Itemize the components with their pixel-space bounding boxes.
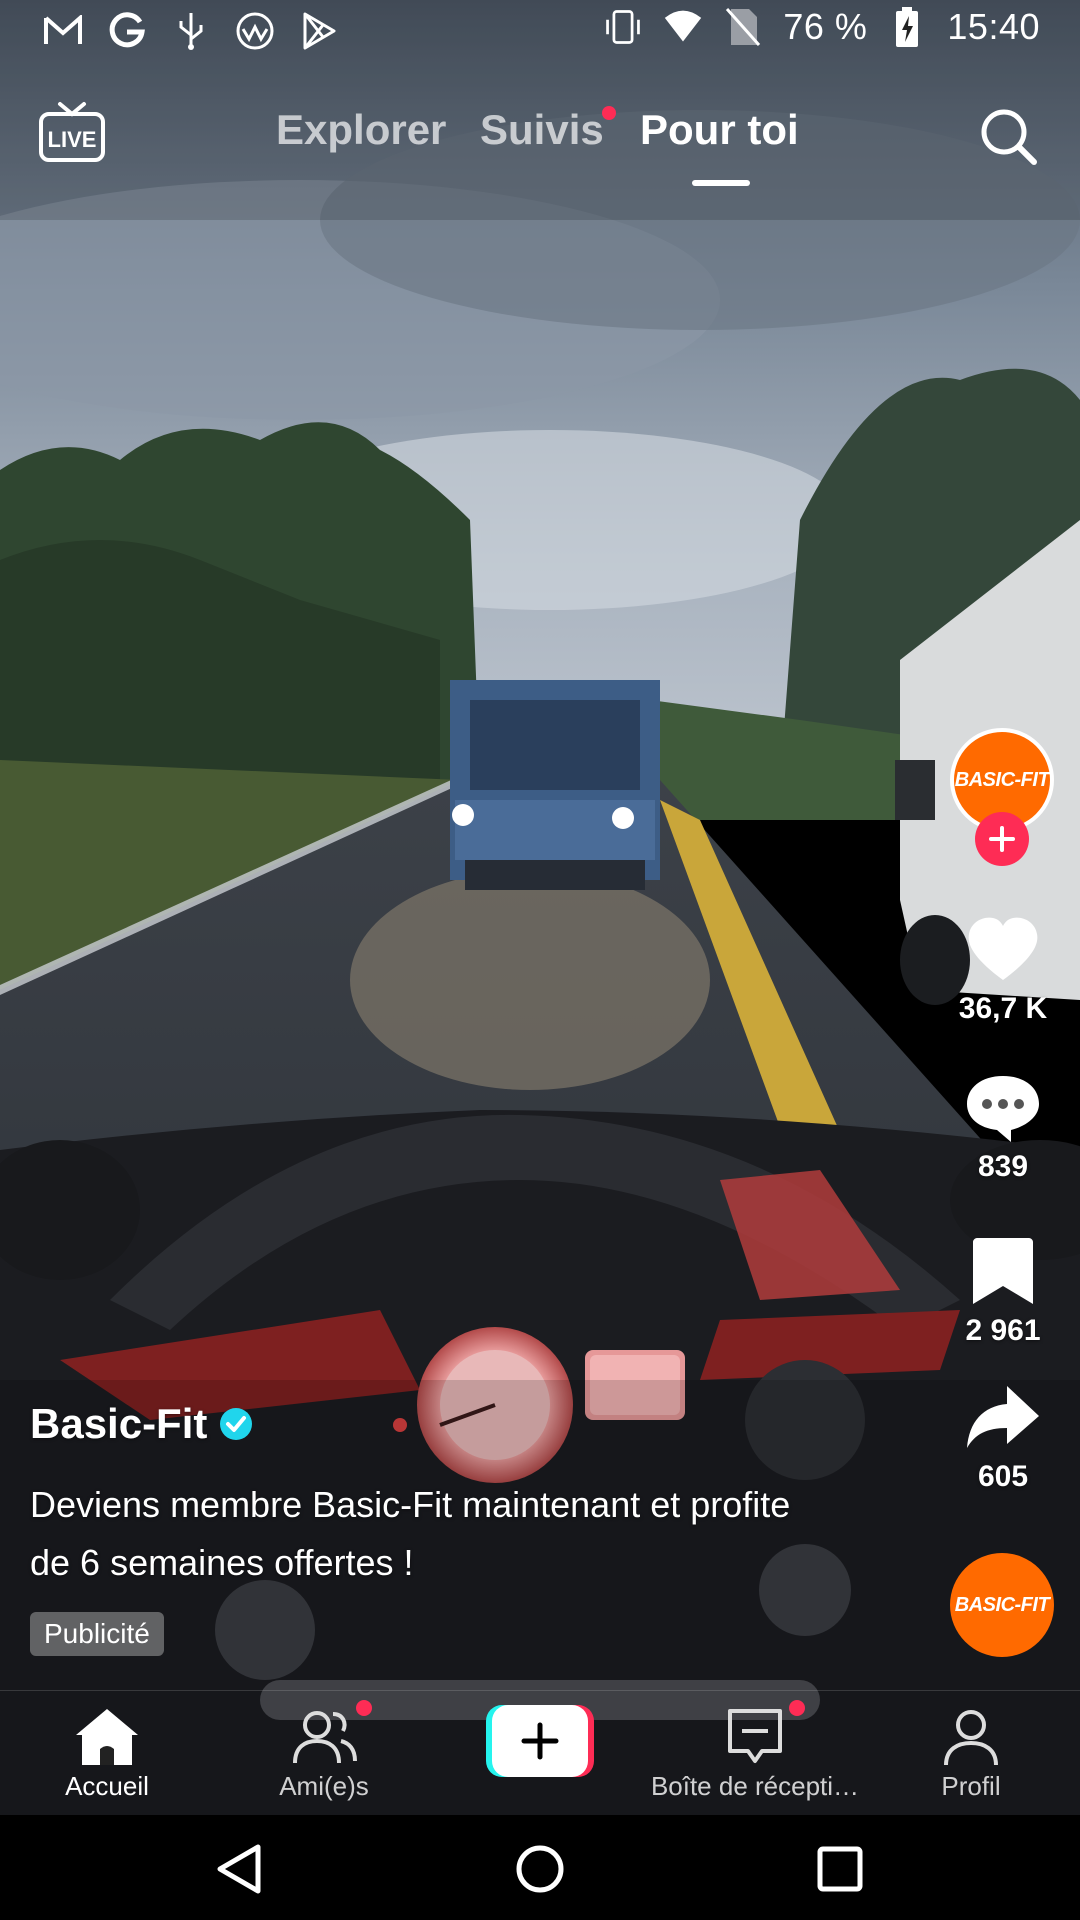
save-button[interactable]: 2 961	[940, 1232, 1066, 1348]
nav-profile[interactable]: Profil	[871, 1705, 1071, 1802]
search-icon	[981, 109, 1037, 165]
recents-icon	[817, 1846, 863, 1892]
comment-button[interactable]: 839	[940, 1068, 1066, 1184]
no-sim-icon	[723, 6, 763, 48]
author-name[interactable]: Basic-Fit	[30, 1400, 207, 1448]
nav-friends-label: Ami(e)s	[279, 1771, 369, 1801]
comment-count: 839	[977, 1150, 1029, 1183]
tab-pour-toi[interactable]: Pour toi	[640, 106, 799, 154]
share-arrow-icon	[967, 1386, 1039, 1448]
nav-friends[interactable]: Ami(e)s	[224, 1705, 424, 1802]
friends-notification-dot	[356, 1700, 372, 1716]
share-button[interactable]: 605	[940, 1378, 1066, 1494]
inbox-notification-dot	[789, 1700, 805, 1716]
nav-profile-label: Profil	[941, 1771, 1001, 1801]
like-count: 36,7 K	[958, 992, 1048, 1025]
back-icon	[217, 1844, 261, 1894]
wifi-icon	[663, 6, 703, 48]
tab-explorer[interactable]: Explorer	[276, 106, 446, 154]
sound-disc[interactable]: BASIC-FIT	[950, 1553, 1054, 1657]
post-caption[interactable]: Deviens membre Basic-Fit maintenant et p…	[30, 1476, 810, 1592]
nav-home-label: Accueil	[65, 1771, 149, 1801]
create-plus-icon	[486, 1705, 594, 1777]
profile-icon	[944, 1710, 998, 1766]
home-icon	[76, 1709, 138, 1765]
inbox-icon	[728, 1709, 782, 1763]
tab-suivis[interactable]: Suivis	[480, 106, 604, 154]
search-button[interactable]	[978, 106, 1040, 168]
usb-icon	[170, 10, 212, 52]
sound-logo-text: BASIC-FIT	[954, 1593, 1050, 1616]
like-button[interactable]: 36,7 K	[940, 910, 1066, 1026]
author-row[interactable]: Basic-Fit	[30, 1400, 253, 1448]
suivis-notification-dot	[602, 106, 616, 120]
battery-charging-icon	[887, 6, 927, 48]
system-recents-button[interactable]	[810, 1841, 870, 1897]
active-tab-indicator	[692, 180, 750, 186]
save-count: 2 961	[965, 1314, 1041, 1347]
create-button[interactable]	[486, 1705, 594, 1777]
heart-icon	[968, 917, 1038, 980]
comment-icon	[967, 1076, 1039, 1142]
notification-icons	[42, 10, 340, 52]
clock: 15:40	[947, 6, 1040, 47]
system-back-button[interactable]	[210, 1841, 270, 1897]
home-circle-icon	[516, 1845, 564, 1893]
gmail-icon	[42, 10, 84, 52]
status-bar: 76 % 15:40	[0, 0, 1080, 62]
ad-badge: Publicité	[30, 1612, 164, 1656]
play-store-icon	[298, 10, 340, 52]
vibrate-icon	[603, 6, 643, 48]
friends-icon	[293, 1711, 357, 1764]
nav-inbox-label: Boîte de récepti…	[650, 1771, 860, 1801]
bookmark-icon	[973, 1238, 1033, 1304]
feed-tabs: Explorer Suivis Pour toi	[0, 100, 1080, 180]
follow-button[interactable]	[975, 812, 1029, 866]
system-status: 76 % 15:40	[603, 6, 1040, 48]
verified-badge-icon	[220, 1408, 253, 1440]
nav-inbox[interactable]: Boîte de récepti…	[640, 1705, 870, 1802]
share-count: 605	[977, 1460, 1029, 1493]
google-icon	[106, 10, 148, 52]
plus-icon	[989, 826, 1015, 852]
system-home-button[interactable]	[510, 1841, 570, 1897]
system-navigation-bar	[0, 1815, 1080, 1920]
avatar-logo-text: BASIC-FIT	[954, 768, 1050, 791]
battery-percentage: 76 %	[783, 6, 868, 47]
nav-home[interactable]: Accueil	[7, 1705, 207, 1802]
wifi-app-icon	[234, 10, 276, 52]
